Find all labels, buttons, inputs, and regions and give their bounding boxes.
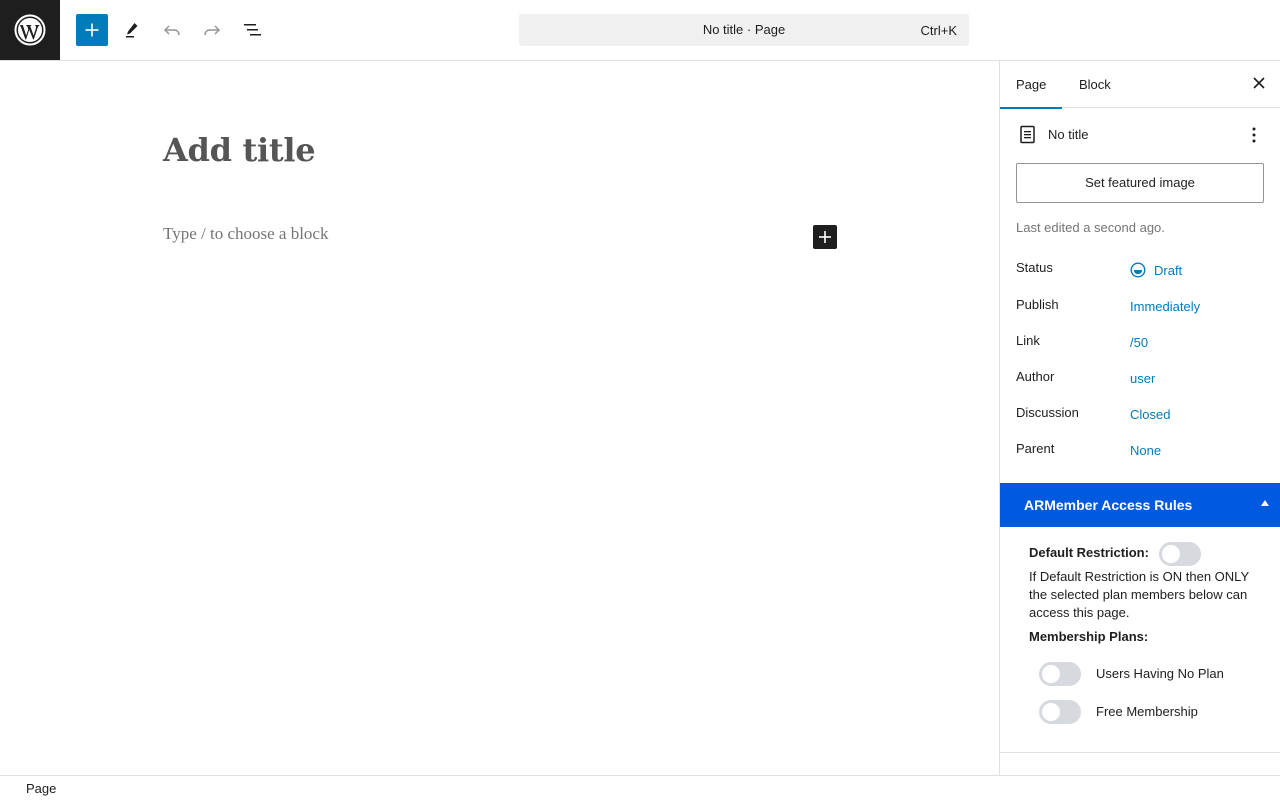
- document-overview-button[interactable]: [236, 14, 268, 46]
- page-icon: [1019, 125, 1037, 150]
- link-value-link[interactable]: /50: [1130, 335, 1148, 350]
- redo-icon: [204, 25, 221, 36]
- meta-label: Link: [1016, 333, 1040, 348]
- parent-value-link[interactable]: None: [1130, 443, 1161, 458]
- block-inserter-button[interactable]: [76, 14, 108, 46]
- discussion-value-link[interactable]: Closed: [1130, 407, 1170, 422]
- plan-toggle-no-plan[interactable]: [1039, 662, 1081, 686]
- command-palette-bar[interactable]: No title · Page Ctrl+K: [519, 14, 969, 46]
- pencil-icon: [126, 23, 138, 38]
- document-summary: No title: [1016, 123, 1266, 147]
- paragraph-placeholder[interactable]: Type / to choose a block: [163, 224, 328, 244]
- document-title: No title · Page: [702, 22, 786, 37]
- meta-row-link: Link /50: [1016, 333, 1266, 357]
- meta-label: Parent: [1016, 441, 1055, 456]
- default-restriction-toggle[interactable]: [1159, 542, 1201, 566]
- meta-row-parent: Parent None: [1016, 441, 1266, 465]
- meta-row-publish: Publish Immediately: [1016, 297, 1266, 321]
- list-view-icon: [244, 24, 261, 36]
- keyboard-shortcut: Ctrl+K: [920, 23, 957, 38]
- editor-canvas: Add title Type / to choose a block: [0, 61, 999, 775]
- settings-sidebar: Page Block No title Set featured image L…: [999, 61, 1280, 775]
- meta-label: Discussion: [1016, 405, 1079, 420]
- tab-page[interactable]: Page: [1000, 61, 1063, 109]
- plan-toggle-free-membership[interactable]: [1039, 700, 1081, 724]
- undo-button[interactable]: [156, 14, 188, 46]
- default-restriction-description: If Default Restriction is ON then ONLY t…: [1029, 569, 1249, 620]
- plan-label: Free Membership: [1096, 704, 1198, 719]
- status-value-link[interactable]: Draft: [1130, 262, 1182, 278]
- meta-label: Publish: [1016, 297, 1059, 312]
- redo-button[interactable]: [196, 14, 228, 46]
- edit-tools-button[interactable]: [116, 14, 148, 46]
- editor-footer: Page: [0, 775, 1280, 800]
- meta-row-author: Author user: [1016, 369, 1266, 393]
- meta-value-text: Draft: [1154, 262, 1183, 278]
- plus-icon: [85, 23, 99, 37]
- more-options-button[interactable]: [1242, 123, 1266, 147]
- membership-plans-label: Membership Plans:: [1029, 629, 1149, 644]
- document-title-label: No title: [1048, 127, 1089, 142]
- sidebar-tabs: Page Block: [1000, 61, 1280, 109]
- plus-icon: [819, 231, 831, 243]
- plan-label: Users Having No Plan: [1096, 666, 1224, 681]
- last-edited-text: Last edited a second ago.: [1016, 220, 1165, 235]
- armember-panel-toggle[interactable]: ARMember Access Rules: [1000, 483, 1280, 527]
- wordpress-logo-button[interactable]: [0, 0, 60, 60]
- editor-toolbar: No title · Page Ctrl+K: [0, 0, 1280, 61]
- close-icon: [1253, 77, 1265, 89]
- post-title-input[interactable]: Add title: [163, 131, 316, 169]
- meta-row-status: Status Draft: [1016, 260, 1266, 284]
- default-restriction-label: Default Restriction:: [1029, 545, 1149, 560]
- chevron-up-icon: [1261, 500, 1269, 506]
- publish-value-link[interactable]: Immediately: [1130, 299, 1200, 314]
- author-value-link[interactable]: user: [1130, 371, 1155, 386]
- close-sidebar-button[interactable]: [1247, 71, 1271, 95]
- draft-status-icon: [1130, 262, 1146, 278]
- meta-row-discussion: Discussion Closed: [1016, 405, 1266, 429]
- vertical-ellipsis-icon: [1252, 127, 1256, 143]
- undo-icon: [163, 25, 180, 36]
- meta-label: Author: [1016, 369, 1055, 384]
- armember-panel-title: ARMember Access Rules: [1024, 497, 1193, 513]
- armember-panel-body: Default Restriction: If Default Restrict…: [1000, 527, 1280, 753]
- set-featured-image-button[interactable]: Set featured image: [1016, 163, 1264, 203]
- inline-block-inserter-button[interactable]: [813, 225, 837, 249]
- meta-label: Status: [1016, 260, 1053, 275]
- tab-block[interactable]: Block: [1063, 61, 1127, 108]
- breadcrumb[interactable]: Page: [26, 781, 56, 796]
- wordpress-logo-icon: [14, 14, 46, 46]
